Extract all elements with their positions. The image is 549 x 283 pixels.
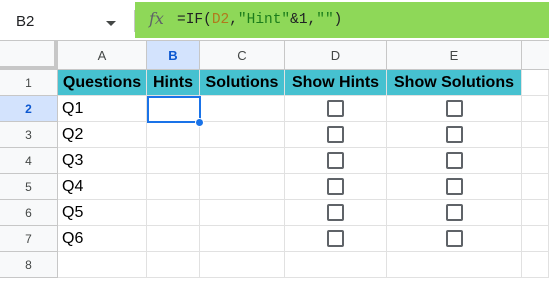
active-cell-selection[interactable] [147,96,201,123]
cell-a2[interactable]: Q1 [58,96,147,122]
show-solution-checkbox[interactable] [445,230,463,247]
fx-icon: fx [149,9,164,28]
row-header-8[interactable]: 8 [0,252,58,278]
cell-a8[interactable] [58,252,147,278]
cell-f8[interactable] [522,252,549,278]
cell-b3[interactable] [147,122,200,148]
cell-f5[interactable] [522,174,549,200]
fill-handle[interactable] [195,118,204,127]
show-hint-checkbox[interactable] [327,230,344,247]
cell-a6[interactable]: Q5 [58,200,147,226]
row-header-6[interactable]: 6 [0,200,58,226]
cell-d8[interactable] [285,252,387,278]
cell-f3[interactable] [522,122,549,148]
formula-text[interactable]: =IF(D2,"Hint"&1,"") [177,12,342,28]
show-solution-checkbox[interactable] [445,204,463,221]
formula-cell-ref: D2 [211,12,230,28]
spreadsheet-grid: A B C D E 1 2 3 4 5 6 7 8 Questions Hint… [0,41,549,283]
cell-d4[interactable] [285,148,387,174]
column-header-c[interactable]: C [200,41,285,70]
cell-e3[interactable] [387,122,522,148]
cell-d2[interactable] [285,96,387,122]
cell-c3[interactable] [200,122,285,148]
row-header-2[interactable]: 2 [0,96,58,122]
cell-a4[interactable]: Q3 [58,148,147,174]
cell-b1[interactable]: Hints [147,70,200,96]
cell-e2[interactable] [387,96,522,122]
cell-c7[interactable] [200,226,285,252]
cell-d1[interactable]: Show Hints [285,70,387,96]
cell-e8[interactable] [387,252,522,278]
row-header-3[interactable]: 3 [0,122,58,148]
cell-a5[interactable]: Q4 [58,174,147,200]
cell-c4[interactable] [200,148,285,174]
cell-a1[interactable]: Questions [58,70,147,96]
cell-d3[interactable] [285,122,387,148]
cell-e5[interactable] [387,174,522,200]
cell-c5[interactable] [200,174,285,200]
chevron-down-icon[interactable] [106,21,116,26]
cell-b5[interactable] [147,174,200,200]
cell-f4[interactable] [522,148,549,174]
cell-c1[interactable]: Solutions [200,70,285,96]
formula-string: "Hint" [237,12,291,28]
cell-f2[interactable] [522,96,549,122]
column-header-b[interactable]: B [147,41,200,70]
show-hint-checkbox[interactable] [327,204,344,221]
column-header-a[interactable]: A [58,41,147,70]
cell-c8[interactable] [200,252,285,278]
formula-string: "" [316,12,334,28]
row-header-5[interactable]: 5 [0,174,58,200]
cell-a7[interactable]: Q6 [58,226,147,252]
cell-b6[interactable] [147,200,200,226]
show-hint-checkbox[interactable] [327,152,344,169]
cell-e6[interactable] [387,200,522,226]
cell-c2[interactable] [200,96,285,122]
column-header-e[interactable]: E [387,41,522,70]
formula-part: =IF( [177,12,212,28]
show-hint-checkbox[interactable] [327,178,344,195]
name-box[interactable]: B2 [0,3,134,39]
show-hint-checkbox[interactable] [327,126,344,143]
column-header-f[interactable] [522,41,549,70]
formula-part: , [229,12,238,28]
cell-d6[interactable] [285,200,387,226]
formula-input[interactable]: fx =IF(D2,"Hint"&1,"") [135,2,549,38]
show-hint-checkbox[interactable] [327,100,344,117]
cell-b7[interactable] [147,226,200,252]
show-solution-checkbox[interactable] [445,152,463,169]
select-all-corner[interactable] [0,41,58,70]
cell-a3[interactable]: Q2 [58,122,147,148]
row-header-4[interactable]: 4 [0,148,58,174]
show-solution-checkbox[interactable] [445,178,463,195]
row-header-7[interactable]: 7 [0,226,58,252]
cell-d5[interactable] [285,174,387,200]
row-header-1[interactable]: 1 [0,70,58,96]
cell-b4[interactable] [147,148,200,174]
formula-part: ) [333,12,343,28]
cell-e7[interactable] [387,226,522,252]
cell-e1[interactable]: Show Solutions [387,70,522,96]
name-box-value: B2 [16,13,35,30]
formula-part: &1, [290,12,317,28]
show-solution-checkbox[interactable] [445,126,463,143]
cell-e4[interactable] [387,148,522,174]
column-header-d[interactable]: D [285,41,387,70]
show-solution-checkbox[interactable] [445,100,463,117]
cell-f7[interactable] [522,226,549,252]
formula-bar: B2 fx =IF(D2,"Hint"&1,"") [0,0,549,40]
cell-f6[interactable] [522,200,549,226]
cell-d7[interactable] [285,226,387,252]
cell-f1[interactable] [522,70,549,96]
cell-b8[interactable] [147,252,200,278]
cell-c6[interactable] [200,200,285,226]
